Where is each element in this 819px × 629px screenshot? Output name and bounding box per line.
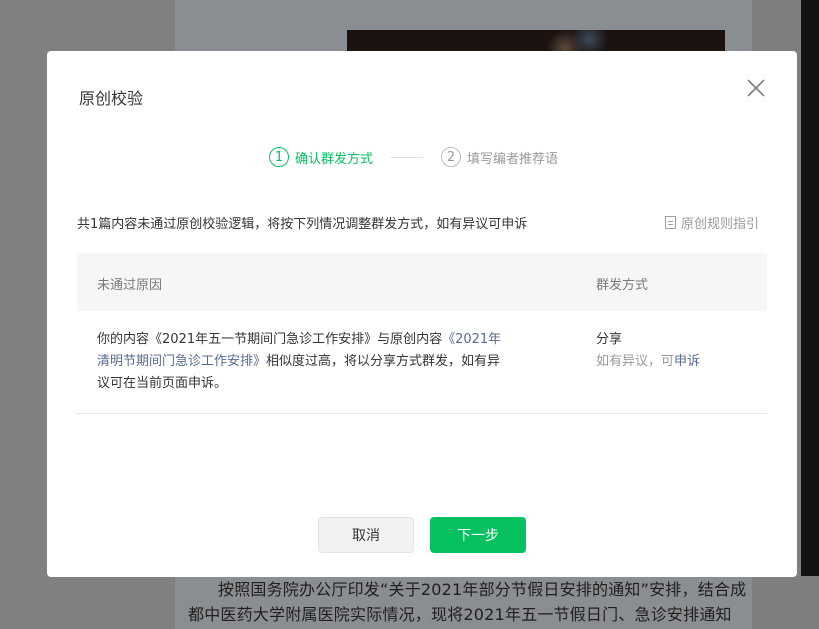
result-table: 未通过原因 群发方式 你的内容《2021年五一节期间门急诊工作安排》与原创内容《…: [77, 253, 767, 414]
header-reason: 未通过原因: [97, 278, 163, 293]
next-step-button[interactable]: 下一步: [430, 517, 526, 553]
table-row: 你的内容《2021年五一节期间门急诊工作安排》与原创内容《2021年清明节期间门…: [77, 311, 767, 414]
cancel-button[interactable]: 取消: [318, 517, 414, 553]
appeal-link[interactable]: 申诉: [674, 354, 700, 369]
method-value: 分享: [596, 332, 623, 347]
step-number: 1: [269, 147, 289, 167]
check-description: 共1篇内容未通过原创校验逻辑，将按下列情况调整群发方式，如有异议可申诉: [77, 217, 528, 232]
dialog-title: 原创校验: [79, 89, 144, 108]
step-2: 2 填写编者推荐语: [441, 147, 558, 167]
document-icon: [665, 216, 676, 229]
originality-check-dialog: 原创校验 1 确认群发方式 2 填写编者推荐语 共1篇内容未通过原创校验逻辑，将…: [47, 51, 797, 577]
scrollbar[interactable]: [801, 0, 819, 576]
reason-cell: 你的内容《2021年五一节期间门急诊工作安排》与原创内容《2021年清明节期间门…: [97, 329, 512, 395]
originality-rules-link[interactable]: 原创规则指引: [665, 213, 759, 232]
step-divider: [391, 156, 424, 158]
rules-link-label: 原创规则指引: [681, 217, 760, 232]
article-text-line: 按照国务院办公厅印发“关于2021年部分节假日安排的通知”安排，结合成: [218, 580, 747, 599]
scrollbar-track: [801, 576, 819, 629]
table-header: 未通过原因 群发方式: [77, 253, 767, 311]
method-cell: 分享 如有异议，可申诉: [596, 329, 700, 373]
step-label: 确认群发方式: [295, 151, 374, 167]
reason-text: 你的内容《2021年五一节期间门急诊工作安排》与原创内容: [97, 332, 443, 347]
step-label: 填写编者推荐语: [467, 151, 559, 167]
step-1: 1 确认群发方式: [269, 147, 373, 167]
close-icon[interactable]: [744, 76, 768, 100]
header-method: 群发方式: [596, 278, 649, 293]
appeal-hint-text: 如有异议，可: [596, 354, 675, 369]
step-indicator: 1 确认群发方式 2 填写编者推荐语: [269, 146, 558, 168]
appeal-hint: 如有异议，可申诉: [596, 354, 700, 369]
article-text-line: 都中医药大学附属医院实际情况，现将2021年五一节假日门、急诊安排通知: [188, 605, 732, 624]
step-number: 2: [441, 147, 462, 167]
